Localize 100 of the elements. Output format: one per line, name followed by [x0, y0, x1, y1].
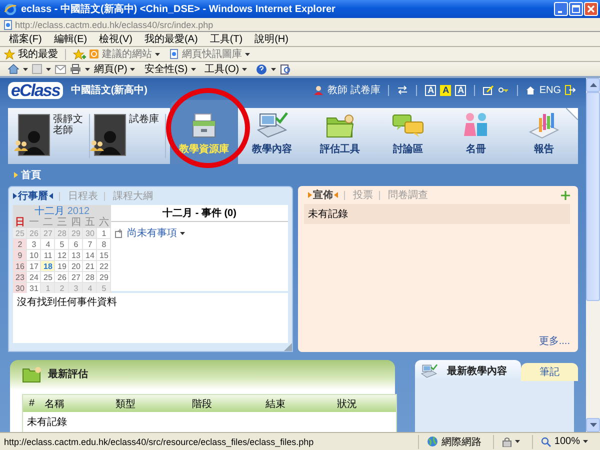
month-label[interactable]: 十二月 — [34, 206, 64, 217]
calendar-day[interactable]: 14 — [83, 250, 97, 261]
calendar-day[interactable]: 3 — [27, 239, 41, 250]
help-icon[interactable] — [256, 64, 268, 74]
edit-icon[interactable] — [483, 85, 494, 95]
breadcrumb-link[interactable]: 首頁 — [21, 168, 41, 182]
zoom-icon[interactable] — [541, 436, 552, 446]
calendar-day[interactable]: 15 — [97, 250, 111, 261]
course-title: 中國語文(新高中) — [70, 83, 148, 97]
caret-icon — [155, 52, 160, 56]
calendar-day[interactable]: 9 — [13, 250, 27, 261]
protected-mode-icon[interactable] — [502, 436, 512, 446]
calendar-day[interactable]: 31 — [27, 283, 41, 294]
font-size-button[interactable]: A — [455, 84, 466, 96]
column-header: 狀況 — [337, 398, 358, 410]
calendar-day[interactable]: 12 — [55, 250, 69, 261]
calendar-day[interactable]: 19 — [55, 261, 69, 272]
calendar-day[interactable]: 7 — [83, 239, 97, 250]
panel-tab[interactable]: 宣佈 — [308, 188, 344, 202]
module-tab[interactable]: 評估工具 — [306, 108, 374, 164]
home-icon[interactable] — [8, 64, 19, 74]
command-button[interactable]: 工具(O) — [204, 62, 240, 76]
module-tab[interactable]: 討論區 — [374, 108, 442, 164]
command-button[interactable]: 網頁(P) — [94, 62, 128, 76]
add-event-icon[interactable] — [115, 228, 124, 238]
menu-item[interactable]: 我的最愛(A) — [138, 32, 204, 46]
calendar-day[interactable]: 27 — [69, 272, 83, 283]
add-icon[interactable] — [561, 190, 570, 200]
calendar-day[interactable]: 5 — [55, 239, 69, 250]
caret-icon — [130, 68, 136, 70]
menu-item[interactable]: 工具(T) — [204, 32, 249, 46]
menu-item[interactable]: 編輯(E) — [48, 32, 94, 46]
language-link[interactable]: ENG — [539, 84, 561, 96]
module-tab[interactable]: 報告 — [510, 108, 578, 164]
module-tab[interactable]: 名冊 — [442, 108, 510, 164]
calendar-day[interactable]: 1 — [97, 228, 111, 239]
more-link[interactable]: 更多.... — [538, 334, 570, 348]
zoom-level[interactable]: 100% — [554, 436, 580, 447]
caret-icon — [590, 423, 596, 427]
panel-tab[interactable]: 筆記 — [521, 363, 578, 381]
calendar-day[interactable]: 25 — [41, 272, 55, 283]
calendar-day[interactable]: 11 — [41, 250, 55, 261]
add-event-link[interactable]: 尚未有事項 — [127, 226, 177, 240]
calendar-day[interactable]: 29 — [97, 272, 111, 283]
calendar-day[interactable]: 30 — [13, 283, 27, 294]
swap-arrows-icon[interactable] — [397, 85, 408, 95]
mail-icon[interactable] — [55, 64, 66, 74]
panel-tab[interactable]: 最新教學內容 — [415, 360, 521, 381]
calendar-day[interactable]: 8 — [97, 239, 111, 250]
calendar-day[interactable]: 17 — [27, 261, 41, 272]
calendar-day[interactable]: 28 — [83, 272, 97, 283]
panel-tab[interactable]: 行事曆 — [13, 189, 59, 203]
menu-item[interactable]: 檔案(F) — [3, 32, 48, 46]
weekday-label: 二 — [42, 217, 54, 228]
scrollbar-thumb[interactable] — [586, 92, 600, 301]
minimize-button[interactable] — [554, 2, 568, 16]
calendar-day[interactable]: 4 — [41, 239, 55, 250]
font-size-button[interactable]: A — [425, 84, 436, 96]
command-button[interactable]: 安全性(S) — [144, 62, 188, 76]
home-icon[interactable] — [526, 86, 536, 94]
close-icon — [587, 5, 595, 13]
calendar-day[interactable]: 21 — [83, 261, 97, 272]
calendar-day[interactable]: 2 — [13, 239, 27, 250]
scroll-down-button[interactable] — [586, 418, 600, 432]
printer-icon[interactable] — [70, 64, 81, 74]
weekday-label: 五 — [84, 217, 96, 228]
favorites-link[interactable]: 網頁快訊圖庫 — [182, 47, 242, 61]
scroll-up-button[interactable] — [586, 78, 600, 92]
person-name[interactable]: 試卷庫 — [129, 114, 165, 158]
caret-icon — [245, 52, 250, 56]
key-icon[interactable] — [498, 85, 510, 95]
maximize-button[interactable] — [569, 2, 583, 16]
calendar-day[interactable]: 26 — [55, 272, 69, 283]
font-size-button[interactable]: A — [440, 84, 452, 96]
caret-icon — [190, 68, 196, 70]
module-tab[interactable]: 教學內容 — [238, 108, 306, 164]
calendar-day[interactable]: 6 — [69, 239, 83, 250]
eclass-logo[interactable]: eClass — [8, 82, 63, 98]
calendar-day[interactable]: 20 — [69, 261, 83, 272]
close-button[interactable] — [584, 2, 598, 16]
favorites-button[interactable]: 我的最愛 — [18, 47, 58, 61]
browser-logo-icon — [4, 2, 17, 16]
arrow-icon — [13, 193, 17, 199]
calendar-day[interactable]: 16 — [13, 261, 27, 272]
module-tab[interactable]: 教學資源庫 — [170, 100, 238, 164]
column-header: 結束 — [266, 398, 286, 410]
user-name[interactable]: 教師 試卷庫 — [328, 83, 380, 97]
calendar-day[interactable]: 24 — [27, 272, 41, 283]
person-name[interactable]: 張靜文老師 — [53, 114, 89, 158]
favorites-link[interactable]: 建議的網站 — [102, 47, 152, 61]
calendar-day[interactable]: 18 — [41, 261, 55, 272]
calendar-day[interactable]: 22 — [97, 261, 111, 272]
menu-item[interactable]: 說明(H) — [248, 32, 294, 46]
calendar-day[interactable]: 13 — [69, 250, 83, 261]
menu-item[interactable]: 檢視(V) — [93, 32, 138, 46]
column-header: 類型 — [115, 398, 136, 410]
logout-icon[interactable] — [565, 85, 576, 95]
calendar-day[interactable]: 23 — [13, 272, 27, 283]
arrow-icon — [49, 193, 53, 199]
calendar-day[interactable]: 10 — [27, 250, 41, 261]
